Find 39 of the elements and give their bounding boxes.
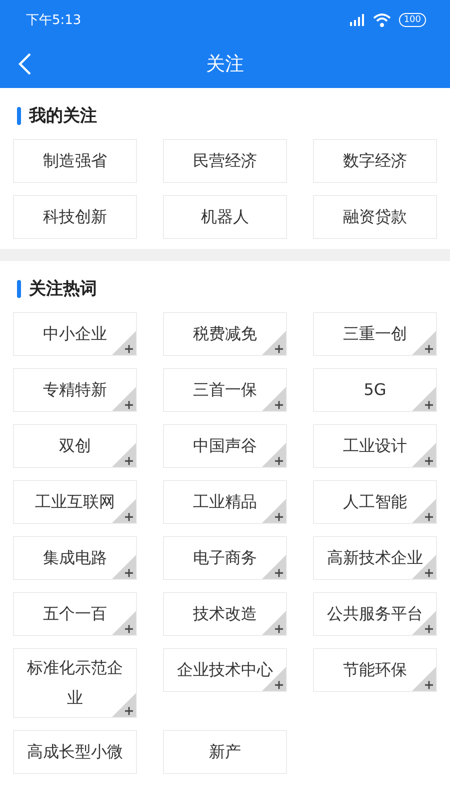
hot-word-tag[interactable]: 中国声谷 bbox=[163, 424, 287, 468]
hot-word-tag[interactable]: 节能环保 bbox=[313, 648, 437, 692]
hot-word-tag[interactable]: 工业设计 bbox=[313, 424, 437, 468]
followed-tag[interactable]: 机器人 bbox=[163, 195, 287, 239]
hot-word-tag[interactable]: 三重一创 bbox=[313, 312, 437, 356]
hot-word-tag[interactable]: 5G bbox=[313, 368, 437, 412]
page-title: 关注 bbox=[206, 52, 244, 77]
wifi-icon bbox=[372, 13, 391, 27]
battery-icon: 100 bbox=[398, 13, 426, 27]
hot-word-tag[interactable]: 高新技术企业 bbox=[313, 536, 437, 580]
section-title: 我的关注 bbox=[29, 105, 97, 127]
hot-word-tag[interactable]: 技术改造 bbox=[163, 592, 287, 636]
followed-tag[interactable]: 科技创新 bbox=[13, 195, 137, 239]
hot-word-tag[interactable]: 双创 bbox=[13, 424, 137, 468]
status-time: 下午5:13 bbox=[26, 12, 82, 29]
hot-word-tag[interactable]: 标准化示范企业 bbox=[13, 648, 137, 718]
section-marker bbox=[17, 106, 21, 124]
hot-word-tag[interactable]: 集成电路 bbox=[13, 536, 137, 580]
hot-word-tag[interactable]: 五个一百 bbox=[13, 592, 137, 636]
hot-word-tag[interactable]: 工业精品 bbox=[163, 480, 287, 524]
hot-word-tag[interactable]: 中小企业 bbox=[13, 312, 137, 356]
hot-word-tag[interactable]: 新产 bbox=[163, 730, 287, 774]
hot-word-tag[interactable]: 人工智能 bbox=[313, 480, 437, 524]
back-button[interactable] bbox=[18, 52, 32, 76]
followed-tag[interactable]: 数字经济 bbox=[313, 139, 437, 183]
hot-word-tag[interactable]: 税费减免 bbox=[163, 312, 287, 356]
hot-word-tag[interactable]: 公共服务平台 bbox=[313, 592, 437, 636]
hot-word-tag[interactable]: 高成长型小微 bbox=[13, 730, 137, 774]
hot-word-tag[interactable]: 工业互联网 bbox=[13, 480, 137, 524]
hot-word-tag[interactable]: 电子商务 bbox=[163, 536, 287, 580]
section-marker bbox=[17, 280, 21, 298]
followed-tag[interactable]: 民营经济 bbox=[163, 139, 287, 183]
hot-word-tag[interactable]: 三首一保 bbox=[163, 368, 287, 412]
followed-tag[interactable]: 融资贷款 bbox=[313, 195, 437, 239]
section-title: 关注热词 bbox=[29, 278, 97, 300]
followed-tag[interactable]: 制造强省 bbox=[13, 139, 137, 183]
hot-word-tag[interactable]: 企业技术中心 bbox=[163, 648, 287, 692]
signal-icon bbox=[348, 14, 365, 26]
hot-word-tag[interactable]: 专精特新 bbox=[13, 368, 137, 412]
